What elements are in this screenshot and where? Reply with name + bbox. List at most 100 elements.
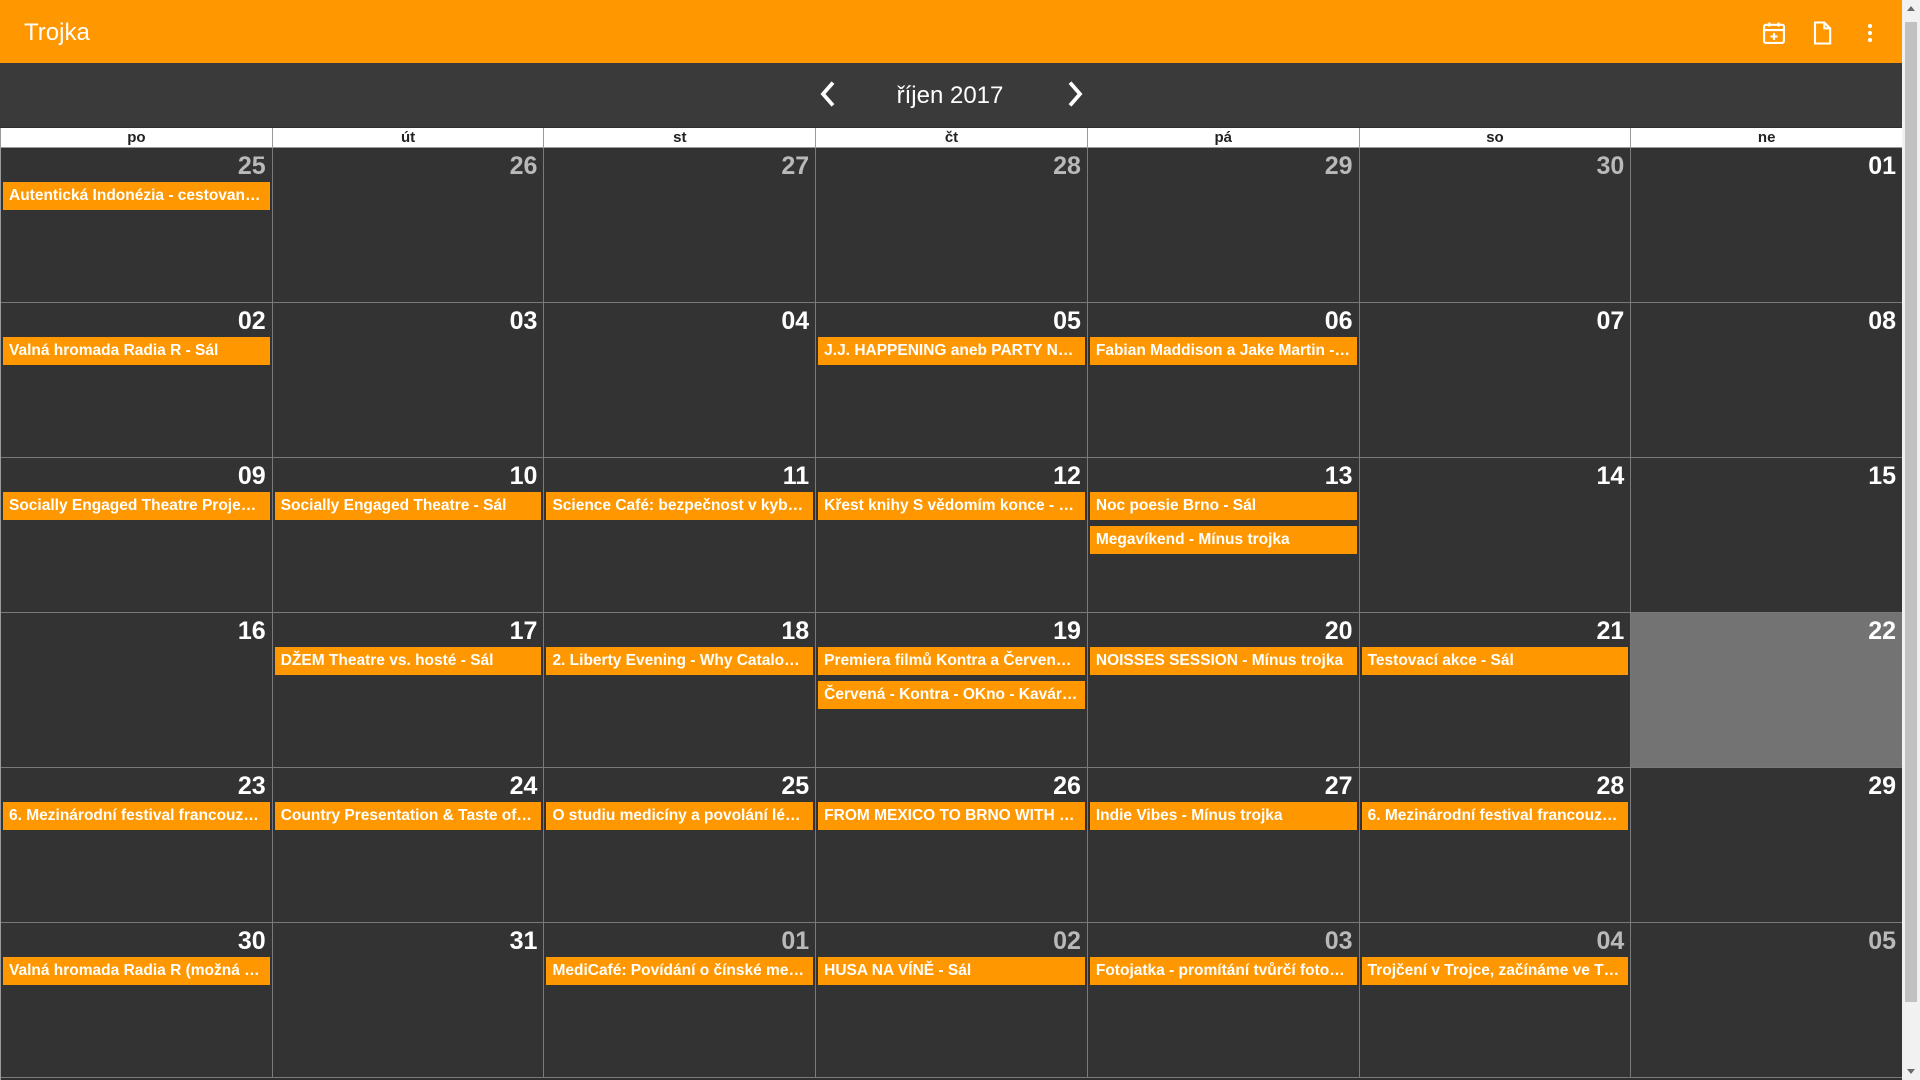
day-number: 22	[1868, 617, 1897, 645]
day-cell[interactable]: 07	[1359, 303, 1632, 458]
day-cell[interactable]: 23 6. Mezinárodní festival francouzs...	[1, 768, 273, 923]
day-cell[interactable]: 01	[1631, 148, 1904, 303]
day-cell[interactable]: 02 HUSA NA VÍNĚ - Sál	[816, 923, 1088, 1078]
day-number: 29	[1324, 152, 1353, 180]
day-cell[interactable]: 19 Premiera filmů Kontra a Červena +... Če…	[816, 613, 1088, 768]
event-chip[interactable]: FROM MEXICO TO BRNO WITH RE...	[818, 802, 1085, 830]
day-events: Socially Engaged Theatre - Sál	[274, 492, 542, 526]
day-cell[interactable]: 25 O studiu medicíny a povolání lékař...	[544, 768, 817, 923]
day-cell[interactable]: 06 Fabian Maddison a Jake Martin - ...	[1087, 303, 1360, 458]
event-chip[interactable]: Valná hromada Radia R - Sál	[3, 337, 270, 365]
more-vert-icon[interactable]	[1856, 19, 1884, 47]
event-chip[interactable]: DŽEM Theatre vs. hosté - Sál	[274, 647, 542, 675]
day-events: 6. Mezinárodní festival francouzs...	[3, 802, 270, 836]
event-chip[interactable]: MediCafé: Povídání o čínské medi...	[546, 957, 814, 985]
event-chip[interactable]: Noc poesie Brno - Sál	[1089, 492, 1357, 520]
event-chip[interactable]: Testovací akce - Sál	[1361, 647, 1629, 675]
day-cell[interactable]: 14	[1359, 458, 1632, 613]
event-chip[interactable]: Socially Engaged Theatre - Sál	[274, 492, 542, 520]
day-number: 03	[509, 307, 538, 335]
event-chip[interactable]: Valná hromada Radia R (možná p...	[3, 957, 270, 985]
next-month-button[interactable]	[1060, 79, 1090, 109]
day-cell[interactable]: 03	[272, 303, 545, 458]
day-cell[interactable]: 30	[1359, 148, 1632, 303]
day-number: 27	[781, 152, 810, 180]
day-number: 01	[1868, 152, 1897, 180]
day-number: 27	[1324, 772, 1353, 800]
day-cell[interactable]: 27 Indie Vibes - Mínus trojka	[1087, 768, 1360, 923]
event-chip[interactable]: Megavíkend - Mínus trojka	[1089, 526, 1357, 554]
day-cell[interactable]: 28 6. Mezinárodní festival francouzs...	[1359, 768, 1632, 923]
event-chip[interactable]: Country Presentation & Taste of N...	[274, 802, 542, 830]
day-events: O studiu medicíny a povolání lékař...	[546, 802, 814, 836]
event-chip[interactable]: Fotojatka - promítání tvůrčí fotogr...	[1089, 957, 1357, 985]
day-events: FROM MEXICO TO BRNO WITH RE...	[818, 802, 1085, 836]
event-chip[interactable]: Autentická Indonézia - cestovanie ...	[3, 182, 270, 210]
day-cell[interactable]: 28	[816, 148, 1088, 303]
day-cell[interactable]: 31	[272, 923, 545, 1078]
day-cell-today[interactable]: 22	[1631, 613, 1904, 768]
day-cell[interactable]: 16	[1, 613, 273, 768]
document-icon[interactable]	[1808, 19, 1836, 47]
event-chip[interactable]: Fabian Maddison a Jake Martin - ...	[1089, 337, 1357, 365]
event-chip[interactable]: NOISSES SESSION - Mínus trojka	[1089, 647, 1357, 675]
weekday-label: ne	[1631, 128, 1904, 148]
event-chip[interactable]: Premiera filmů Kontra a Červena +...	[818, 647, 1085, 675]
scroll-thumb[interactable]	[1905, 22, 1917, 1002]
day-cell[interactable]: 30 Valná hromada Radia R (možná p...	[1, 923, 273, 1078]
day-cell[interactable]: 03 Fotojatka - promítání tvůrčí fotogr...	[1087, 923, 1360, 1078]
event-chip[interactable]: J.J. HAPPENING aneb PARTY NA ...	[818, 337, 1085, 365]
previous-month-button[interactable]	[813, 79, 843, 109]
event-chip[interactable]: 6. Mezinárodní festival francouzs...	[1361, 802, 1629, 830]
day-cell[interactable]: 18 2. Liberty Evening - Why Catalonia...	[544, 613, 817, 768]
calendar-add-icon[interactable]	[1760, 19, 1788, 47]
day-number: 13	[1324, 462, 1353, 490]
day-cell[interactable]: 12 Křest knihy S vědomím konce - Sál	[816, 458, 1088, 613]
event-chip[interactable]: Křest knihy S vědomím konce - Sál	[818, 492, 1085, 520]
event-chip[interactable]: Science Café: bezpečnost v kyber...	[546, 492, 814, 520]
scroll-down-icon[interactable]	[1907, 1069, 1915, 1074]
event-chip[interactable]: Červená - Kontra - OKno - Kavárna	[818, 681, 1085, 709]
day-cell[interactable]: 04	[544, 303, 817, 458]
day-events: Science Café: bezpečnost v kyber...	[546, 492, 814, 526]
weekday-label: čt	[816, 128, 1088, 148]
event-chip[interactable]: HUSA NA VÍNĚ - Sál	[818, 957, 1085, 985]
day-number: 02	[237, 307, 266, 335]
day-cell[interactable]: 01 MediCafé: Povídání o čínské medi...	[544, 923, 817, 1078]
week-row: 25 Autentická Indonézia - cestovanie ... 2…	[1, 148, 1904, 303]
event-chip[interactable]: Indie Vibes - Mínus trojka	[1089, 802, 1357, 830]
day-cell[interactable]: 26	[272, 148, 545, 303]
day-cell[interactable]: 21 Testovací akce - Sál	[1359, 613, 1632, 768]
day-cell[interactable]: 15	[1631, 458, 1904, 613]
event-chip[interactable]: Socially Engaged Theatre Project: ...	[3, 492, 270, 520]
day-cell[interactable]: 13 Noc poesie Brno - Sál Megavíkend - Mínu…	[1087, 458, 1360, 613]
day-cell[interactable]: 11 Science Café: bezpečnost v kyber...	[544, 458, 817, 613]
event-chip[interactable]: 6. Mezinárodní festival francouzs...	[3, 802, 270, 830]
day-cell[interactable]: 10 Socially Engaged Theatre - Sál	[272, 458, 545, 613]
day-cell[interactable]: 08	[1631, 303, 1904, 458]
day-cell[interactable]: 17 DŽEM Theatre vs. hosté - Sál	[272, 613, 545, 768]
day-cell[interactable]: 26 FROM MEXICO TO BRNO WITH RE...	[816, 768, 1088, 923]
day-cell[interactable]: 25 Autentická Indonézia - cestovanie ...	[1, 148, 273, 303]
day-cell[interactable]: 04 Trojčení v Trojce, začínáme ve TŘI...	[1359, 923, 1632, 1078]
day-number: 20	[1324, 617, 1353, 645]
day-number: 25	[237, 152, 266, 180]
day-cell[interactable]: 24 Country Presentation & Taste of N...	[272, 768, 545, 923]
event-chip[interactable]: O studiu medicíny a povolání lékař...	[546, 802, 814, 830]
day-cell[interactable]: 02 Valná hromada Radia R - Sál	[1, 303, 273, 458]
day-cell[interactable]: 27	[544, 148, 817, 303]
event-chip[interactable]: Trojčení v Trojce, začínáme ve TŘI...	[1361, 957, 1629, 985]
day-cell[interactable]: 29	[1087, 148, 1360, 303]
day-number: 16	[237, 617, 266, 645]
day-cell[interactable]: 29	[1631, 768, 1904, 923]
day-number: 31	[509, 927, 538, 955]
event-chip[interactable]: 2. Liberty Evening - Why Catalonia...	[546, 647, 814, 675]
day-events: Trojčení v Trojce, začínáme ve TŘI...	[1361, 957, 1629, 991]
day-cell[interactable]: 09 Socially Engaged Theatre Project: ...	[1, 458, 273, 613]
day-cell[interactable]: 05 J.J. HAPPENING aneb PARTY NA ...	[816, 303, 1088, 458]
day-cell[interactable]: 05	[1631, 923, 1904, 1078]
day-cell[interactable]: 20 NOISSES SESSION - Mínus trojka	[1087, 613, 1360, 768]
day-number: 12	[1053, 462, 1081, 490]
vertical-scrollbar[interactable]	[1902, 0, 1920, 1080]
scroll-up-icon[interactable]	[1907, 6, 1915, 11]
